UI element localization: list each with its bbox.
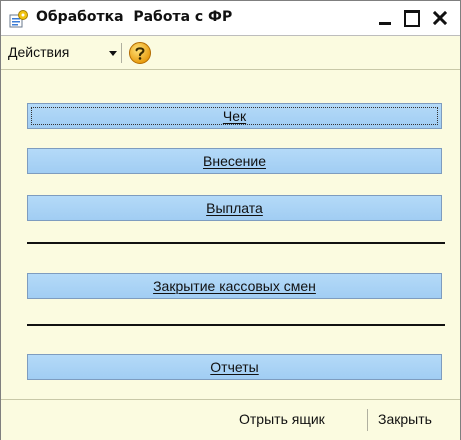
section-separator	[27, 242, 445, 244]
deposit-button-label: Внесение	[203, 153, 266, 169]
minimize-button[interactable]	[374, 8, 396, 28]
chevron-down-icon[interactable]	[109, 51, 117, 56]
close-icon	[433, 11, 447, 25]
check-button[interactable]: Чек	[27, 103, 442, 129]
check-button-label: Чек	[222, 108, 247, 124]
toolbar: Действия	[1, 36, 460, 70]
processing-app-icon	[9, 9, 29, 29]
section-separator	[27, 324, 445, 326]
help-icon[interactable]	[128, 41, 152, 65]
payout-button[interactable]: Выплата	[27, 195, 442, 221]
payout-button-label: Выплата	[206, 200, 263, 216]
toolbar-separator	[121, 43, 122, 63]
close-window-button[interactable]	[429, 8, 451, 28]
close-button[interactable]: Закрыть	[378, 411, 432, 427]
open-drawer-button[interactable]: Отрыть ящик	[239, 411, 325, 427]
maximize-button[interactable]	[401, 8, 423, 28]
window-title: Обработка Работа с ФР	[36, 9, 233, 25]
deposit-button[interactable]: Внесение	[27, 148, 442, 174]
title-bar[interactable]: Обработка Работа с ФР	[1, 1, 460, 36]
actions-menu-button[interactable]: Действия	[8, 44, 69, 60]
footer-separator	[367, 409, 368, 431]
footer-bar: Отрыть ящик Закрыть	[1, 399, 460, 440]
reports-button[interactable]: Отчеты	[27, 354, 442, 380]
maximize-icon	[404, 9, 420, 27]
reports-button-label: Отчеты	[210, 359, 259, 375]
minimize-icon	[379, 21, 391, 25]
processing-window: Обработка Работа с ФР Действия Чек Внесе…	[0, 0, 461, 440]
main-content: Чек Внесение Выплата Закрытие кассовых с…	[1, 70, 460, 398]
close-shifts-button-label: Закрытие кассовых смен	[153, 278, 316, 294]
close-shifts-button[interactable]: Закрытие кассовых смен	[27, 273, 442, 299]
